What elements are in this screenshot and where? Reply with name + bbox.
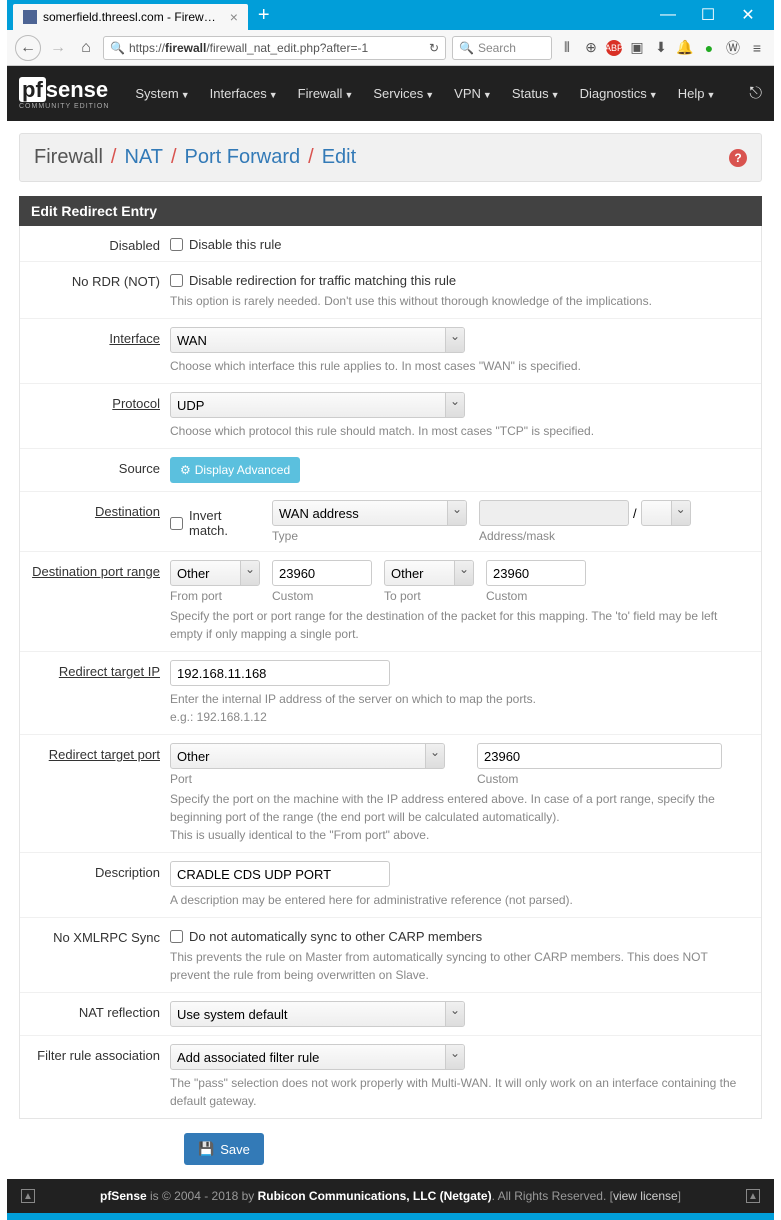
minimize-button[interactable]: —: [648, 6, 688, 24]
from-custom-input[interactable]: [272, 560, 372, 586]
row-disabled: Disabled Disable this rule: [20, 226, 761, 262]
row-nat-reflection: NAT reflection: [20, 993, 761, 1036]
bc-nat[interactable]: NAT: [124, 146, 163, 169]
redirect-port-select[interactable]: [170, 743, 445, 769]
new-tab-button[interactable]: +: [258, 4, 270, 27]
row-dest-port: Destination port range From port Custom: [20, 552, 761, 652]
close-icon[interactable]: ×: [230, 9, 238, 25]
nav-system[interactable]: System▼: [127, 80, 197, 107]
back-button[interactable]: ←: [15, 35, 41, 61]
nav-firewall[interactable]: Firewall▼: [290, 80, 362, 107]
url-text: https://firewall/firewall_nat_edit.php?a…: [129, 41, 429, 55]
save-button[interactable]: 💾 Save: [184, 1133, 264, 1165]
xmlrpc-checkbox[interactable]: Do not automatically sync to other CARP …: [170, 929, 747, 944]
row-description: Description A description may be entered…: [20, 853, 761, 918]
row-destination: Destination Invert match. Type /: [20, 492, 761, 552]
redirect-custom-input[interactable]: [477, 743, 722, 769]
browser-titlebar: somerfield.threesl.com - Firew… × + — ☐ …: [7, 0, 774, 30]
nav-services[interactable]: Services▼: [365, 80, 442, 107]
row-xmlrpc: No XMLRPC Sync Do not automatically sync…: [20, 918, 761, 993]
browser-tab[interactable]: somerfield.threesl.com - Firew… ×: [13, 4, 248, 30]
url-bar[interactable]: 🔍 https://firewall/firewall_nat_edit.php…: [103, 36, 446, 60]
nordr-checkbox[interactable]: Disable redirection for traffic matching…: [170, 273, 747, 288]
redirect-ip-help: Enter the internal IP address of the ser…: [170, 690, 747, 726]
dest-address-input: [479, 500, 629, 526]
abp-icon[interactable]: ABP: [606, 40, 622, 56]
to-port-select[interactable]: [384, 560, 474, 586]
row-interface: Interface Choose which interface this ru…: [20, 319, 761, 384]
nav-diagnostics[interactable]: Diagnostics▼: [572, 80, 666, 107]
nav-interfaces[interactable]: Interfaces▼: [202, 80, 286, 107]
favicon: [23, 10, 37, 24]
nat-reflection-select[interactable]: [170, 1001, 465, 1027]
breadcrumb: Firewall/ NAT/ Port Forward/ Edit ?: [19, 133, 762, 182]
maximize-button[interactable]: ☐: [688, 5, 728, 25]
sidebar-icon[interactable]: ▣: [628, 39, 646, 56]
edit-panel: Edit Redirect Entry Disabled Disable thi…: [19, 196, 762, 1119]
pfsense-navbar: pfsense COMMUNITY EDITION System▼ Interf…: [7, 66, 774, 121]
forward-button[interactable]: →: [47, 37, 69, 59]
bc-portforward[interactable]: Port Forward: [185, 146, 301, 169]
library-icon[interactable]: ⫴: [558, 39, 576, 56]
row-redirect-ip: Redirect target IP Enter the internal IP…: [20, 652, 761, 735]
disabled-checkbox[interactable]: Disable this rule: [170, 237, 747, 252]
row-protocol: Protocol Choose which protocol this rule…: [20, 384, 761, 449]
bc-firewall[interactable]: Firewall: [34, 146, 103, 169]
nav-help[interactable]: Help▼: [670, 80, 724, 107]
invert-match-checkbox[interactable]: Invert match.: [170, 503, 260, 543]
view-license-link[interactable]: view license: [613, 1189, 678, 1203]
nav-menu: System▼ Interfaces▼ Firewall▼ Services▼ …: [127, 80, 723, 107]
row-source: Source ⚙ Display Advanced: [20, 449, 761, 492]
interface-select[interactable]: [170, 327, 465, 353]
notifications-icon[interactable]: 🔔: [676, 39, 694, 56]
dest-mask-select: [641, 500, 691, 526]
row-redirect-port: Redirect target port Port Custom Specify…: [20, 735, 761, 853]
row-filter-rule: Filter rule association The "pass" selec…: [20, 1036, 761, 1118]
close-window-button[interactable]: ✕: [728, 5, 768, 25]
redirect-ip-input[interactable]: [170, 660, 390, 686]
row-nordr: No RDR (NOT) Disable redirection for tra…: [20, 262, 761, 319]
reload-icon[interactable]: ↻: [429, 41, 439, 55]
addon-icon-2[interactable]: Ⓦ: [724, 38, 742, 58]
filter-rule-select[interactable]: [170, 1044, 465, 1070]
logout-icon[interactable]: ⎋: [749, 85, 762, 103]
help-icon[interactable]: ?: [729, 149, 747, 167]
menu-icon[interactable]: ≡: [748, 40, 766, 56]
nav-vpn[interactable]: VPN▼: [446, 80, 500, 107]
description-input[interactable]: [170, 861, 390, 887]
bc-edit[interactable]: Edit: [322, 146, 356, 169]
tab-title: somerfield.threesl.com - Firew…: [43, 10, 216, 24]
footer-icon-left[interactable]: ▲: [21, 1189, 35, 1203]
to-custom-input[interactable]: [486, 560, 586, 586]
downloads-icon[interactable]: ⬇: [652, 39, 670, 56]
panel-title: Edit Redirect Entry: [19, 196, 762, 226]
globe-icon[interactable]: ⊕: [582, 39, 600, 56]
dest-type-select[interactable]: [272, 500, 467, 526]
display-advanced-button[interactable]: ⚙ Display Advanced: [170, 457, 300, 483]
addon-icon-1[interactable]: ●: [700, 40, 718, 56]
footer: ▲ pfSense is © 2004 - 2018 by Rubicon Co…: [7, 1179, 774, 1213]
search-box[interactable]: 🔍Search: [452, 36, 552, 60]
from-port-select[interactable]: [170, 560, 260, 586]
home-button[interactable]: ⌂: [75, 37, 97, 59]
pfsense-logo[interactable]: pfsense COMMUNITY EDITION: [19, 77, 109, 110]
nav-status[interactable]: Status▼: [504, 80, 568, 107]
footer-icon-right[interactable]: ▲: [746, 1189, 760, 1203]
browser-navbar: ← → ⌂ 🔍 https://firewall/firewall_nat_ed…: [7, 30, 774, 66]
protocol-select[interactable]: [170, 392, 465, 418]
